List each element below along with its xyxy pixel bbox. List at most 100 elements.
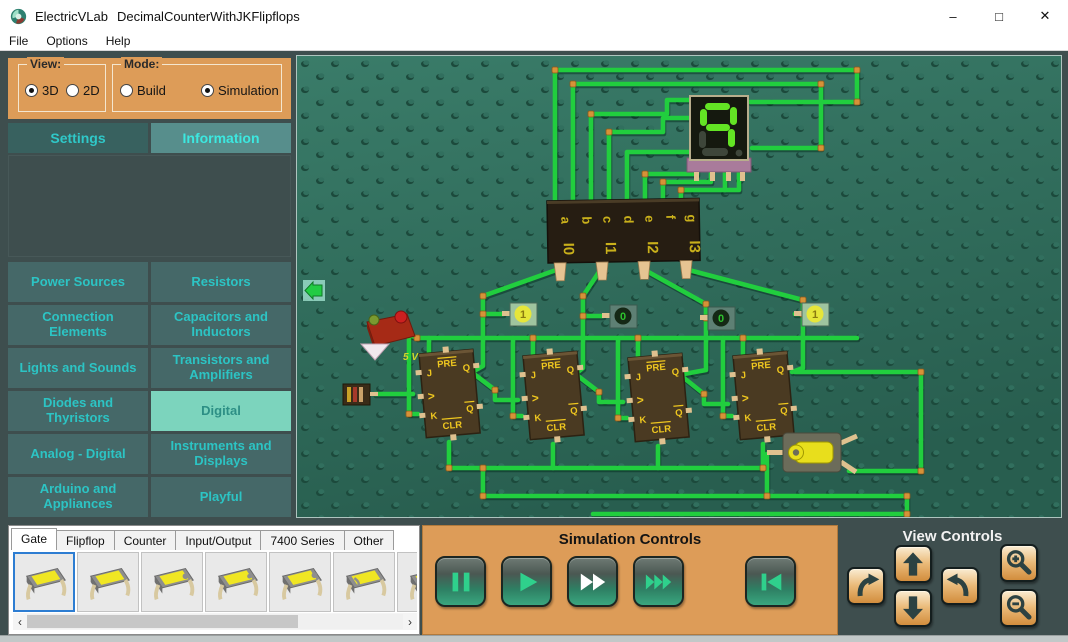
rotate-counterclockwise-icon: [945, 571, 975, 601]
menu-help[interactable]: Help: [97, 34, 140, 48]
category-lights-sounds[interactable]: Lights and Sounds: [8, 348, 148, 388]
radio-simulation-label: Simulation: [218, 83, 279, 98]
svg-text:b: b: [579, 216, 594, 224]
gate-chip-icon: [79, 555, 137, 609]
category-connection-elements[interactable]: Connection Elements: [8, 305, 148, 345]
side-panel-tabs: Settings Information: [8, 123, 291, 153]
simulation-controls-title: Simulation Controls: [423, 531, 837, 548]
play-button[interactable]: [501, 556, 552, 607]
svg-text:Q: Q: [462, 363, 470, 375]
close-button[interactable]: ✕: [1022, 0, 1068, 32]
gate-thumbnail-1[interactable]: [13, 552, 75, 612]
svg-text:>: >: [636, 393, 644, 408]
gate-thumbnail-6[interactable]: [333, 552, 395, 612]
svg-text:PRE: PRE: [646, 362, 666, 375]
palette-tab-flipflop[interactable]: Flipflop: [56, 530, 115, 550]
pause-button[interactable]: [435, 556, 486, 607]
maximize-button[interactable]: □: [976, 0, 1022, 32]
minimize-button[interactable]: –: [930, 0, 976, 32]
app-logo-icon: [10, 8, 27, 25]
palette-items: [13, 552, 417, 612]
svg-text:Q: Q: [570, 405, 578, 417]
tab-information[interactable]: Information: [151, 123, 291, 153]
radio-2d[interactable]: 2D: [66, 83, 100, 98]
palette-tab-7400-series[interactable]: 7400 Series: [260, 530, 344, 550]
zoom-in-icon: [1004, 548, 1034, 578]
component-palette: Gate Flipflop Counter Input/Output 7400 …: [8, 525, 420, 635]
title-bar: ElectricVLabDecimalCounterWithJKFlipflop…: [0, 0, 1068, 32]
gate-chip-icon: [143, 555, 201, 609]
gate-thumbnail-3[interactable]: [141, 552, 203, 612]
menu-bar: File Options Help: [0, 32, 1068, 51]
palette-tabs: Gate Flipflop Counter Input/Output 7400 …: [11, 529, 393, 550]
gate-thumbnail-4[interactable]: [205, 552, 267, 612]
radio-build[interactable]: Build: [120, 83, 166, 98]
fast-forward-button[interactable]: [567, 556, 618, 607]
category-power-sources[interactable]: Power Sources: [8, 262, 148, 302]
category-diodes-thyristors[interactable]: Diodes and Thyristors: [8, 391, 148, 431]
radio-build-dot: [120, 84, 133, 97]
view-group-label: View:: [27, 57, 64, 71]
move-down-button[interactable]: [894, 589, 932, 627]
radio-simulation[interactable]: Simulation: [201, 83, 279, 98]
gate-thumbnail-7[interactable]: [397, 552, 417, 612]
mode-group-label: Mode:: [121, 57, 162, 71]
window-bottom-edge: [0, 635, 1068, 642]
fastest-forward-button[interactable]: [633, 556, 684, 607]
svg-text:J: J: [426, 368, 432, 379]
panel-collapse-button[interactable]: [303, 280, 325, 301]
move-up-button[interactable]: [894, 545, 932, 583]
svg-text:I2: I2: [644, 241, 661, 254]
gate-chip-icon: [271, 555, 329, 609]
svg-text:>: >: [531, 391, 539, 406]
rotate-clockwise-button[interactable]: [847, 567, 885, 605]
rotate-clockwise-icon: [851, 571, 881, 601]
scrollbar-thumb[interactable]: [27, 615, 298, 628]
zoom-out-button[interactable]: [1000, 589, 1038, 627]
palette-tab-other[interactable]: Other: [344, 530, 394, 550]
palette-tab-counter[interactable]: Counter: [114, 530, 177, 550]
gate-thumbnail-5[interactable]: [269, 552, 331, 612]
menu-options[interactable]: Options: [37, 34, 96, 48]
circuit-3d-viewport[interactable]: a b c d e f g I0 I1 I2 I3: [296, 55, 1062, 518]
category-resistors[interactable]: Resistors: [151, 262, 291, 302]
category-analog-digital[interactable]: Analog - Digital: [8, 434, 148, 474]
menu-file[interactable]: File: [0, 34, 37, 48]
fastest-forward-icon: [644, 567, 674, 597]
svg-text:CLR: CLR: [651, 424, 672, 437]
zoom-in-button[interactable]: [1000, 544, 1038, 582]
scrollbar-track[interactable]: [27, 614, 403, 629]
simulation-controls-panel: Simulation Controls: [422, 525, 838, 635]
scroll-right-arrow[interactable]: ›: [403, 615, 417, 629]
category-digital[interactable]: Digital: [151, 391, 291, 431]
seven-segment-display[interactable]: [687, 96, 751, 181]
svg-text:c: c: [600, 216, 615, 223]
svg-text:Q: Q: [675, 407, 683, 419]
restart-button[interactable]: [745, 556, 796, 607]
app-window: ElectricVLabDecimalCounterWithJKFlipflop…: [0, 0, 1068, 642]
gate-chip-icon: [207, 555, 265, 609]
palette-tab-input-output[interactable]: Input/Output: [175, 530, 261, 550]
palette-scrollbar[interactable]: ‹ ›: [13, 613, 417, 630]
svg-text:Q: Q: [671, 367, 679, 379]
svg-text:g: g: [684, 214, 699, 222]
play-icon: [512, 567, 542, 597]
gate-thumbnail-2[interactable]: [77, 552, 139, 612]
document-name: DecimalCounterWithJKFlipflops: [117, 9, 300, 24]
rotate-counterclockwise-button[interactable]: [941, 567, 979, 605]
category-arduino-appliances[interactable]: Arduino and Appliances: [8, 477, 148, 517]
svg-text:CLR: CLR: [546, 422, 567, 435]
category-playful[interactable]: Playful: [151, 477, 291, 517]
svg-text:1: 1: [520, 309, 526, 321]
category-transistors-amplifiers[interactable]: Transistors and Amplifiers: [151, 348, 291, 388]
svg-text:Q: Q: [566, 365, 574, 377]
category-instruments-displays[interactable]: Instruments and Displays: [151, 434, 291, 474]
gate-chip-icon: [399, 555, 417, 609]
radio-3d[interactable]: 3D: [25, 83, 59, 98]
palette-tab-gate[interactable]: Gate: [11, 528, 57, 550]
svg-text:J: J: [740, 370, 746, 381]
gate-chip-icon: [15, 555, 73, 609]
category-capacitors-inductors[interactable]: Capacitors and Inductors: [151, 305, 291, 345]
tab-settings[interactable]: Settings: [8, 123, 148, 153]
scroll-left-arrow[interactable]: ‹: [13, 615, 27, 629]
